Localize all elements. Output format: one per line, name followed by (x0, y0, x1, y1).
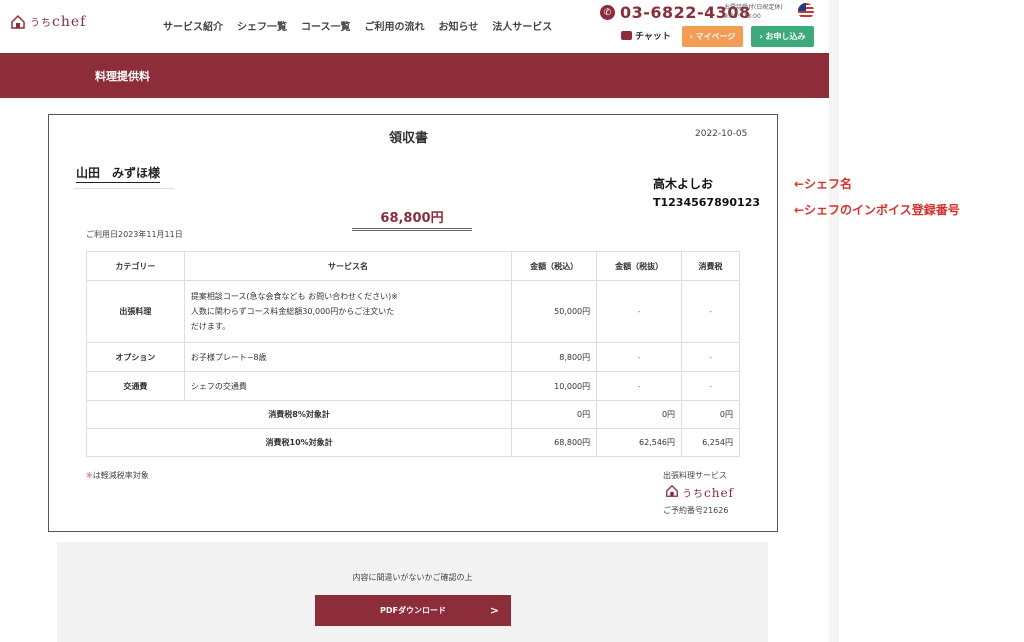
receipt-date: 2022-10-05 (695, 129, 748, 139)
summary-label: 消費税10%対象計 (85, 428, 513, 457)
row-tax: - (681, 280, 740, 343)
receipt: 領収書 2022-10-05 山田 みずほ様 高木よしお T1234567890… (48, 114, 778, 532)
row-service: お子様プレート~8歳 (183, 342, 513, 372)
house-logo-icon (665, 483, 679, 502)
summary-excl: 62,546円 (596, 428, 683, 457)
row-tax: - (681, 342, 740, 372)
receipt-logo-text: うちchef (682, 485, 734, 500)
column-header-tax: 消費税 (681, 251, 740, 281)
us-flag-icon[interactable] (798, 3, 814, 19)
confirm-panel: 内容に間違いがないかご確認の上 PDFダウンロード > (57, 542, 768, 642)
nav-item-chefs[interactable]: シェフ一覧 (237, 18, 287, 33)
table-row: 出張料理 提案相談コース(急な会食なども お問い合わせください)※ 人数に関わら… (86, 280, 740, 343)
nav-item-courses[interactable]: コース一覧 (301, 18, 351, 33)
customer-name: 山田 みずほ様 (76, 164, 161, 183)
summary-row: 消費税8%対象計 0円 0円 0円 (85, 400, 740, 429)
receipt-logo: うちchef (665, 483, 734, 502)
summary-tax: 0円 (681, 400, 740, 429)
row-service: 提案相談コース(急な会食なども お問い合わせください)※ 人数に関わらずコース料… (183, 280, 513, 343)
phone-hours-days: お電話受付(日祝定休) (724, 4, 783, 11)
chat-label: チャット (635, 32, 671, 42)
summary-incl: 0円 (511, 400, 598, 429)
summary-tax: 6,254円 (681, 428, 740, 457)
reduced-tax-note: ※は軽減税率対象 (86, 470, 149, 481)
name-underline (74, 188, 174, 189)
confirm-text: 内容に間違いがないかご確認の上 (352, 573, 473, 582)
row-amount-incl: 8,800円 (511, 342, 598, 372)
pdf-download-label: PDFダウンロード (380, 606, 446, 615)
chevron-right-icon: > (489, 604, 499, 617)
service-line: 提案相談コース(急な会食なども お問い合わせください)※ (190, 292, 398, 301)
row-amount-incl: 10,000円 (511, 371, 598, 401)
table-header-row: カテゴリー サービス名 金額（税込） 金額（税抜） 消費税 (86, 251, 740, 281)
logo-text: うちchef (30, 14, 86, 30)
booking-number: ご予約番号21626 (663, 506, 729, 515)
row-amount-excl: - (596, 280, 683, 343)
nav-item-flow[interactable]: ご利用の流れ (365, 18, 425, 33)
annotation-invoice: ←シェフのインボイス登録番号 (794, 203, 960, 217)
chat-icon (621, 31, 632, 40)
site-logo[interactable]: うちchef (10, 14, 86, 30)
nav-item-news[interactable]: お知らせ (439, 18, 479, 33)
annotation-chef-name: ←シェフ名 (794, 177, 853, 191)
nav-item-corporate[interactable]: 法人サービス (492, 18, 552, 33)
house-logo-icon (10, 14, 26, 30)
column-header-incl: 金額（税込） (511, 251, 598, 281)
phone-hours-time: 9:00〜18:00 (724, 13, 761, 20)
row-service: シェフの交通費 (183, 371, 513, 401)
chef-name: 高木よしお (653, 177, 714, 191)
phone-hours: お電話受付(日祝定休) 9:00〜18:00 (724, 3, 783, 21)
page-banner: 料理提供料 (0, 53, 829, 98)
service-line: だけます。 (190, 322, 231, 331)
summary-incl: 68,800円 (511, 428, 598, 457)
logo-main-text: chef (704, 486, 734, 500)
page: うちchef サービス紹介 シェフ一覧 コース一覧 ご利用の流れ お知らせ 法人… (0, 0, 1024, 642)
pdf-download-button[interactable]: PDFダウンロード > (315, 595, 511, 626)
note-text: は軽減税率対象 (92, 471, 149, 480)
summary-row: 消費税10%対象計 68,800円 62,546円 6,254円 (85, 428, 740, 457)
apply-button[interactable]: › お申し込み (751, 26, 814, 47)
phone-icon: ✆ (600, 5, 615, 20)
main-nav: サービス紹介 シェフ一覧 コース一覧 ご利用の流れ お知らせ 法人サービス (163, 18, 552, 33)
row-category: オプション (86, 342, 185, 372)
row-category: 出張料理 (86, 280, 185, 343)
service-line: 人数に関わらずコース料金総額30,000円からご注文いた (190, 307, 395, 316)
invoice-number: T1234567890123 (653, 196, 761, 209)
page-title: 料理提供料 (95, 70, 150, 83)
column-header-category: カテゴリー (86, 251, 185, 281)
receipt-title: 領収書 (389, 131, 429, 146)
table-row: 交通費 シェフの交通費 10,000円 - - (86, 371, 740, 401)
summary-excl: 0円 (596, 400, 683, 429)
table-row: オプション お子様プレート~8歳 8,800円 - - (86, 342, 740, 372)
row-tax: - (681, 371, 740, 401)
row-category: 交通費 (86, 371, 185, 401)
row-amount-excl: - (596, 371, 683, 401)
page-edge-strip (829, 0, 839, 642)
column-header-service: サービス名 (183, 251, 513, 281)
row-amount-incl: 50,000円 (511, 280, 598, 343)
note-mark: ※ (86, 471, 93, 480)
row-amount-excl: - (596, 342, 683, 372)
mypage-button[interactable]: › マイページ (682, 26, 743, 47)
service-name: 出張料理サービス (663, 471, 727, 480)
column-header-excl: 金額（税抜） (596, 251, 683, 281)
total-amount: 68,800円 (352, 207, 472, 231)
summary-label: 消費税8%対象計 (85, 400, 513, 429)
chat-link[interactable]: チャット (621, 29, 671, 42)
receipt-table: カテゴリー サービス名 金額（税込） 金額（税抜） 消費税 出張料理 提案相談コ… (85, 251, 740, 457)
logo-small-text: うち (30, 18, 52, 29)
nav-item-service[interactable]: サービス紹介 (163, 18, 223, 33)
logo-main-text: chef (52, 14, 87, 30)
logo-small-text: うち (682, 489, 704, 500)
usage-date: ご利用日2023年11月11日 (86, 230, 183, 239)
